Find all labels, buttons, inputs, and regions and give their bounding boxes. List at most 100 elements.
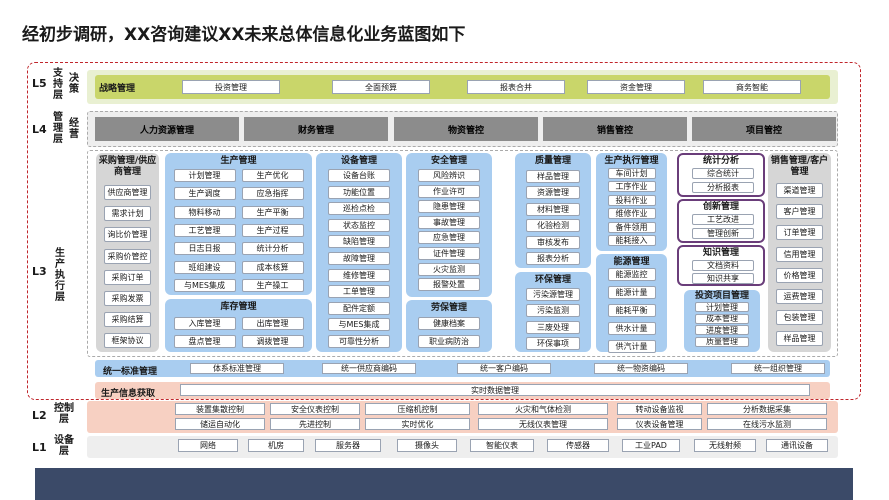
energy-column-item: 能源监控 [607, 268, 656, 281]
equipment-column-item: 设备台账 [328, 169, 390, 182]
level-l4-name-a: 管理层 [53, 112, 63, 145]
level-l1-name: 设备层 [54, 435, 74, 457]
equipment-column-item: 功能位置 [328, 185, 390, 199]
procurement-column-item: 采购结算 [104, 312, 151, 328]
quality-column-item: 报表分析 [526, 252, 580, 265]
innovation-column-item: 工艺改进 [692, 214, 754, 225]
investment-project-column-item: 质量管理 [695, 336, 749, 347]
mes-column-item: 维修作业 [607, 208, 656, 220]
quality-column-item: 资源管理 [526, 186, 580, 200]
equipment-column-item: 状态监控 [328, 218, 390, 232]
equipment-column-item: 维修管理 [328, 268, 390, 282]
strategy-label: 战略管理 [99, 84, 136, 94]
control-item: 在线污水监测 [707, 418, 827, 430]
environment-column-item: 三废处理 [526, 320, 580, 334]
operations-item: 财务管理 [244, 117, 388, 141]
production-column-item: 生产过程 [241, 223, 304, 237]
production-column-item: 与MES集成 [173, 278, 236, 292]
control-item: 仪表设备管理 [617, 418, 702, 430]
production-column-item: 应急指挥 [241, 187, 304, 201]
mes-column-item: 投料作业 [607, 194, 656, 206]
procurement-column: 采购管理/供应商管理 供应商管理 需求计划 询比价管理 采购价管控 采购订单 采购发票 采购结… [96, 153, 159, 352]
control-item: 转动设备监视 [617, 403, 702, 415]
procurement-column-item: 供应商管理 [104, 185, 151, 200]
device-item: 机房 [248, 439, 304, 452]
control-item: 压缩机控制 [365, 403, 470, 415]
safety-column-item: 报警处置 [418, 278, 480, 292]
operations-item: 销售管控 [543, 117, 687, 141]
device-item: 传感器 [547, 439, 609, 452]
investment-project-column-title: 投资项目管理 [694, 291, 749, 301]
stats-column-title: 统计分析 [702, 156, 739, 166]
safety-column-item: 隐患管理 [418, 200, 480, 214]
device-item: 摄像头 [397, 439, 457, 452]
environment-column-item: 污染监测 [526, 304, 580, 318]
control-item: 无线仪表管理 [478, 418, 608, 430]
environment-column-item: 污染源管理 [526, 288, 580, 301]
production-column-item: 生产优化 [241, 169, 304, 182]
production-column-item: 生产平衡 [241, 205, 304, 219]
production-column-item: 生产操工 [241, 278, 304, 292]
control-item: 安全仪表控制 [270, 403, 360, 415]
level-l2-name: 控制层 [54, 403, 74, 425]
procurement-column-item: 采购订单 [104, 269, 151, 285]
environment-column-title: 环保管理 [534, 275, 571, 285]
mes-column-item: 车间计划 [607, 168, 656, 179]
innovation-column: 创新管理工艺改进管理创新 [677, 199, 765, 243]
safety-column-item: 应急管理 [418, 231, 480, 245]
control-item: 实时优化 [365, 418, 470, 430]
unified-item: 统一供应商编码 [322, 363, 416, 374]
equipment-column: 设备管理 设备台账 功能位置 巡检点检 状态监控 缺陷管理 故障管理 维修管理 工单管理 配件定额… [316, 153, 402, 352]
device-item: 工业PAD [622, 439, 680, 452]
innovation-column-title: 创新管理 [702, 202, 739, 212]
control-item: 先进控制 [270, 418, 360, 430]
device-item: 通讯设备 [766, 439, 828, 452]
production-column-item: 统计分析 [241, 242, 304, 256]
sales-column-item: 价格管理 [776, 267, 823, 283]
procurement-column-item: 采购价管控 [104, 248, 151, 264]
operations-item: 人力资源管理 [95, 117, 239, 141]
sales-column-item: 订单管理 [776, 225, 823, 241]
innovation-column-item: 管理创新 [692, 228, 754, 239]
inventory-column-item: 调拨管理 [241, 335, 304, 348]
page-title: 经初步调研，XX咨询建议XX未来总体信息化业务蓝图如下 [22, 25, 466, 45]
sales-column-item: 渠道管理 [776, 183, 823, 198]
control-item: 火灾和气体检测 [478, 403, 608, 415]
equipment-column-item: 缺陷管理 [328, 235, 390, 249]
level-l2-number: L2 [32, 409, 47, 422]
equipment-column-item: 配件定额 [328, 301, 390, 315]
footer-bar [35, 468, 853, 500]
equipment-column-title: 设备管理 [340, 156, 377, 166]
knowledge-column-item: 文档资料 [692, 260, 754, 271]
quality-column-item: 材料管理 [526, 202, 580, 216]
energy-column-item: 供水计量 [607, 322, 656, 335]
control-item: 装置集散控制 [175, 403, 265, 415]
safety-column-title: 安全管理 [430, 156, 467, 166]
equipment-column-item: 可靠性分析 [328, 335, 390, 348]
labor-column: 劳保管理 健康档案 职业病防治 [406, 300, 492, 352]
knowledge-column-item: 知识共享 [692, 273, 754, 284]
sales-column-item: 包装管理 [776, 310, 823, 326]
production-column-item: 班组建设 [173, 260, 236, 274]
unified-item: 统一物资编码 [594, 363, 688, 374]
sales-column-item: 运费管理 [776, 289, 823, 304]
energy-column-item: 能耗平衡 [607, 304, 656, 317]
quality-column-item: 化验检测 [526, 219, 580, 233]
control-item: 储运自动化 [175, 418, 265, 430]
investment-project-column-item: 成本管理 [695, 313, 749, 324]
production-column-item: 物料移动 [173, 205, 236, 219]
unified-item: 体系标准管理 [190, 363, 284, 374]
production-column-item: 成本核算 [241, 260, 304, 274]
quality-column-item: 审核发布 [526, 235, 580, 249]
operations-item: 项目管控 [692, 117, 836, 141]
production-column-item: 计划管理 [173, 169, 236, 182]
mes-column-item: 备件领用 [607, 221, 656, 233]
level-l5-name-b: 决策 [69, 73, 79, 95]
inventory-column-item: 出库管理 [241, 317, 304, 330]
procurement-column-item: 询比价管理 [104, 227, 151, 243]
device-item: 智能仪表 [470, 439, 534, 452]
sales-column: 销售管理/客户管理 渠道管理 客户管理 订单管理 信用管理 价格管理 运费管理 包装管理 样品管… [768, 153, 831, 352]
quality-column-item: 样品管理 [526, 170, 580, 183]
equipment-column-item: 巡检点检 [328, 202, 390, 216]
quality-column: 质量管理 样品管理 资源管理 材料管理 化验检测 审核发布 报表分析 [515, 153, 591, 268]
